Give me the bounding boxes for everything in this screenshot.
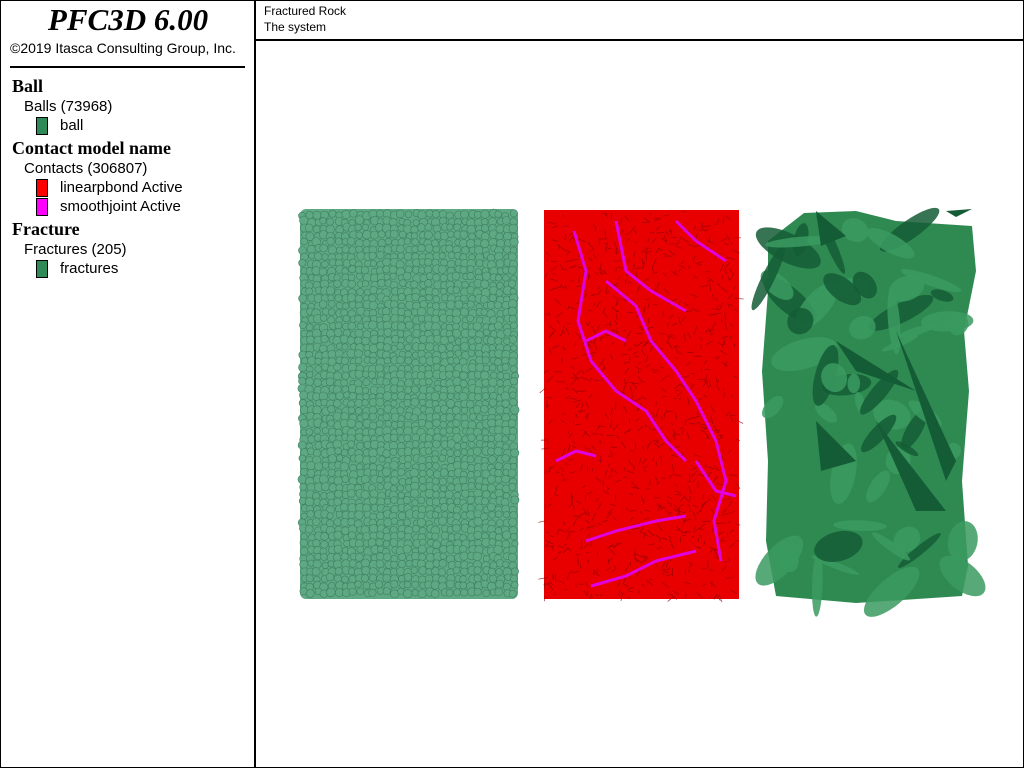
swatch-smoothjoint — [36, 198, 48, 216]
swatch-linearpbond — [36, 179, 48, 197]
legend-section-fracture: Fracture — [12, 219, 80, 239]
legend-label-linearpbond: linearpbond Active — [60, 179, 183, 196]
copyright-text: ©2019 Itasca Consulting Group, Inc. — [10, 40, 236, 56]
ball-assembly — [297, 208, 520, 599]
legend-panel: PFC3D 6.00 ©2019 Itasca Consulting Group… — [0, 0, 256, 768]
legend-section-contact: Contact model name — [12, 138, 171, 158]
model-scene — [297, 207, 986, 617]
legend-label-fractures: fractures — [60, 260, 119, 277]
legend-divider — [10, 66, 245, 68]
contact-assembly — [538, 210, 744, 603]
plot-subtitle: The system — [264, 20, 327, 34]
fracture-assembly — [751, 207, 986, 617]
plot-header: Fractured Rock The system — [256, 0, 1023, 41]
app-title: PFC3D 6.00 — [47, 2, 209, 37]
contact-assembly-body — [544, 210, 739, 599]
swatch-ball — [36, 117, 48, 135]
legend-label-ball: ball — [60, 117, 84, 134]
legend-group-balls: Balls (73968) — [24, 98, 113, 115]
legend-section-ball: Ball — [12, 76, 44, 96]
legend-group-fractures: Fractures (205) — [24, 241, 127, 258]
model-viewport[interactable] — [256, 41, 1023, 767]
legend-label-smoothjoint: smoothjoint Active — [60, 198, 181, 215]
plot-title: Fractured Rock — [264, 4, 347, 18]
legend-group-contacts: Contacts (306807) — [24, 160, 148, 177]
swatch-fractures — [36, 260, 48, 278]
